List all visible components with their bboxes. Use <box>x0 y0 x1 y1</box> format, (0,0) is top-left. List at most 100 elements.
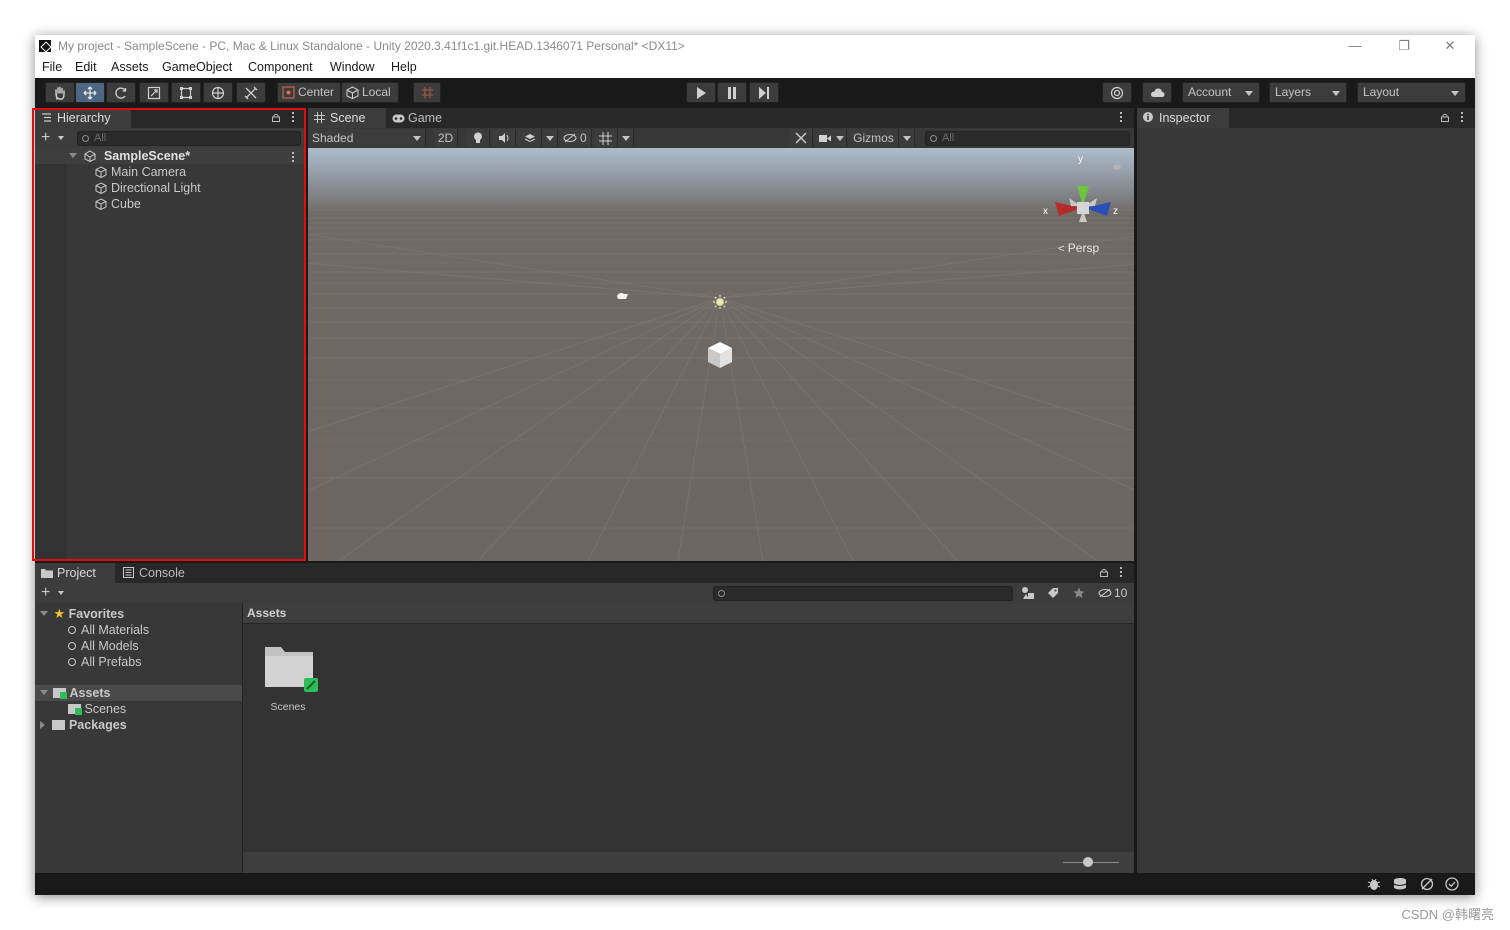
tab-scene[interactable]: Scene <box>308 108 386 128</box>
grid-snap-button[interactable] <box>413 82 441 103</box>
gizmos-button[interactable]: Gizmos <box>849 129 899 147</box>
inspector-menu-icon[interactable] <box>1461 112 1464 124</box>
menu-component[interactable]: Component <box>248 60 313 74</box>
project-search-input[interactable] <box>713 586 1013 601</box>
pivot-center-label: Center <box>298 85 335 99</box>
camera-settings-button[interactable] <box>815 129 847 147</box>
shading-mode-dropdown[interactable]: Shaded <box>308 129 426 147</box>
favorite-item[interactable]: All Materials <box>68 622 149 638</box>
search-icon <box>718 590 725 597</box>
scenes-folder-item[interactable]: Scenes <box>68 701 126 717</box>
breadcrumb-assets[interactable]: Assets <box>247 606 286 620</box>
effects-dropdown[interactable] <box>542 129 558 147</box>
bug-icon[interactable] <box>1367 877 1381 891</box>
hidden-objects-toggle[interactable]: 0 <box>560 129 592 147</box>
scale-tool-button[interactable] <box>139 82 169 103</box>
scene-viewport[interactable]: y x z < Persp <box>308 148 1134 561</box>
grid-snap-icon <box>421 87 433 98</box>
project-menu-icon[interactable] <box>1120 567 1123 579</box>
hand-tool-button[interactable] <box>45 82 75 103</box>
favorites-header[interactable]: ★ Favorites <box>40 606 124 622</box>
chevron-down-icon <box>1451 91 1459 96</box>
chevron-down-icon <box>1245 91 1253 96</box>
tab-project[interactable]: Project <box>35 563 115 583</box>
label-tag-icon[interactable] <box>1047 587 1059 599</box>
favorite-item[interactable]: All Prefabs <box>68 654 141 670</box>
effects-toggle-button[interactable] <box>518 129 542 147</box>
star-icon[interactable] <box>1073 587 1085 599</box>
collab-icon <box>1110 86 1124 100</box>
folder-icon <box>53 688 68 699</box>
pause-button[interactable] <box>717 82 747 103</box>
console-icon <box>123 567 134 578</box>
asset-grid-item-scenes[interactable]: Scenes <box>263 643 325 713</box>
restore-button[interactable]: ❐ <box>1389 37 1419 55</box>
folder-icon <box>265 647 318 692</box>
audio-toggle-button[interactable] <box>492 129 516 147</box>
check-circle-icon[interactable] <box>1445 877 1459 891</box>
step-button[interactable] <box>749 82 779 103</box>
rotate-tool-button[interactable] <box>106 82 136 103</box>
menu-assets[interactable]: Assets <box>111 60 149 74</box>
rect-tool-button[interactable] <box>171 82 201 103</box>
eye-slash-icon[interactable] <box>1098 588 1112 598</box>
menu-edit[interactable]: Edit <box>75 60 97 74</box>
account-dropdown[interactable]: Account <box>1182 82 1260 103</box>
create-add-button[interactable]: + <box>41 584 50 602</box>
expand-arrow-icon[interactable] <box>40 721 45 729</box>
tab-game[interactable]: Game <box>386 108 456 128</box>
gamepad-icon <box>392 114 405 123</box>
minimize-button[interactable]: — <box>1340 37 1370 55</box>
watermark: CSDN @韩曙亮 <box>1401 907 1494 922</box>
gizmos-dropdown[interactable] <box>899 129 915 147</box>
rect-transform-icon <box>180 87 192 99</box>
scene-menu-icon[interactable] <box>1120 112 1123 124</box>
packages-folder-item[interactable]: Packages <box>40 717 127 733</box>
menu-window[interactable]: Window <box>330 60 374 74</box>
grid-dropdown[interactable] <box>618 129 634 147</box>
cache-server-icon[interactable] <box>1393 877 1407 891</box>
projection-toggle[interactable]: < Persp <box>1058 241 1099 255</box>
menu-help[interactable]: Help <box>391 60 417 74</box>
auto-generate-lighting-icon[interactable] <box>1420 877 1434 891</box>
tab-inspector[interactable]: Inspector <box>1137 108 1229 128</box>
chevron-down-icon <box>546 136 554 141</box>
play-button[interactable] <box>686 82 716 103</box>
custom-tool-button[interactable] <box>236 82 266 103</box>
assets-folder-item[interactable]: Assets <box>40 685 111 701</box>
shading-mode-label: Shaded <box>312 131 354 145</box>
camera-icon <box>819 135 831 142</box>
lock-icon[interactable] <box>1113 161 1121 170</box>
expand-arrow-icon[interactable] <box>40 690 48 695</box>
search-by-type-icon[interactable] <box>1021 586 1035 600</box>
cloud-button[interactable] <box>1142 82 1172 103</box>
lighting-toggle-button[interactable] <box>466 129 490 147</box>
account-label: Account <box>1188 85 1232 99</box>
scene-tools-button[interactable] <box>789 129 813 147</box>
search-icon <box>68 642 76 650</box>
menu-file[interactable]: File <box>42 60 62 74</box>
close-button[interactable]: ✕ <box>1435 37 1465 55</box>
projection-label: Persp <box>1067 241 1100 255</box>
layout-dropdown[interactable]: Layout <box>1357 82 1466 103</box>
lock-icon[interactable] <box>1441 113 1449 122</box>
move-tool-button[interactable] <box>75 82 105 103</box>
zoom-slider-thumb[interactable] <box>1083 857 1094 867</box>
expand-arrow-icon[interactable] <box>40 611 48 616</box>
scene-search-input[interactable]: All <box>925 131 1130 146</box>
favorite-item[interactable]: All Models <box>68 638 139 654</box>
chevron-down-icon[interactable] <box>58 591 64 595</box>
menu-gameobject[interactable]: GameObject <box>162 60 232 74</box>
collab-button[interactable] <box>1102 82 1132 103</box>
lock-icon[interactable] <box>1100 568 1108 577</box>
tab-console[interactable]: Console <box>117 563 197 583</box>
hand-icon <box>55 86 65 100</box>
layers-dropdown[interactable]: Layers <box>1269 82 1347 103</box>
packages-folder-label: Packages <box>68 718 127 732</box>
grid-toggle-button[interactable] <box>594 129 618 147</box>
transform-tool-button[interactable] <box>203 82 233 103</box>
pivot-local-button[interactable]: Local <box>341 82 399 103</box>
pivot-center-button[interactable]: Center <box>277 82 341 103</box>
toggle-2d-button[interactable]: 2D <box>434 129 458 147</box>
grid-icon <box>599 132 612 145</box>
